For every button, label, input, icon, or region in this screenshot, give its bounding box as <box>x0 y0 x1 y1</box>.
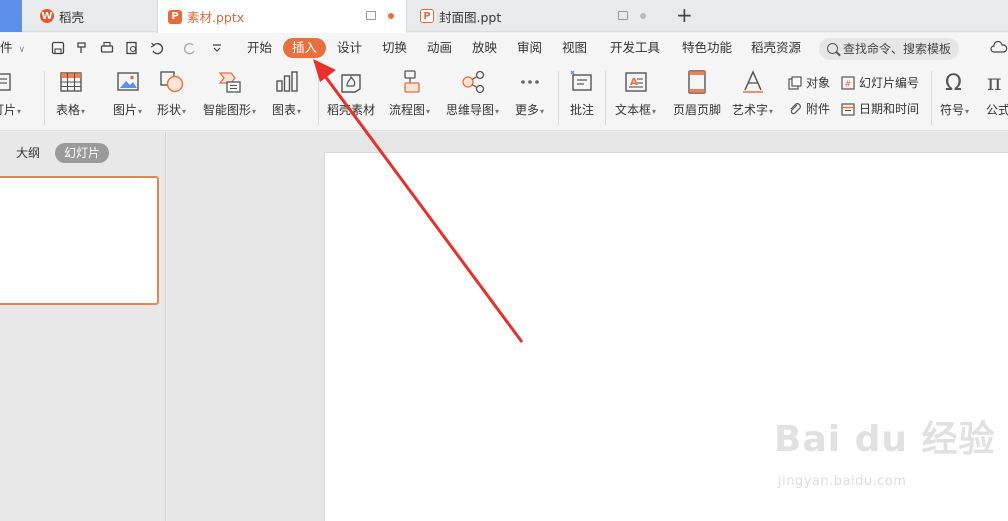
cloud-icon[interactable] <box>990 41 1008 55</box>
calendar-icon <box>841 102 855 116</box>
table-icon <box>59 72 82 92</box>
comment-button[interactable]: 批注 <box>569 69 595 118</box>
image-button[interactable]: 图片▾ <box>113 69 142 118</box>
image-icon <box>116 72 139 91</box>
flowchart-icon <box>403 70 420 93</box>
menu-features[interactable]: 特色功能 <box>682 33 732 65</box>
ribbon-divider <box>558 71 559 125</box>
mindmap-button[interactable]: 思维导图▾ <box>446 69 499 118</box>
tab-label: 封面图.ppt <box>439 9 502 25</box>
search-icon <box>827 43 838 54</box>
file-menu[interactable]: 件 ∨ <box>0 33 25 65</box>
new-tab-button[interactable]: + <box>676 3 693 27</box>
redo-icon[interactable] <box>183 41 197 55</box>
insert-ribbon: 灯片▾ 表格▾ 图片▾ 形状▾ 智能图形▾ 图表▾ 稻壳素材 流程图▾ 思维导图… <box>0 65 1008 131</box>
header-footer-icon <box>688 70 706 94</box>
menu-view[interactable]: 视图 <box>562 33 587 65</box>
svg-text:Ω: Ω <box>945 71 962 95</box>
slide-thumbnail[interactable] <box>0 176 159 305</box>
ppt-file-icon: P <box>420 9 434 23</box>
chevron-down-icon: ∨ <box>18 45 26 55</box>
baidu-jingyan-watermark: Bai du 经验 jingyan.baidu.com <box>774 410 1004 505</box>
textbox-icon: A <box>624 72 647 92</box>
object-icon <box>788 75 802 90</box>
docer-material-icon <box>341 74 361 93</box>
omega-icon: Ω <box>945 71 962 95</box>
window-icon[interactable] <box>366 11 376 20</box>
tab-label: 素材.pptx <box>187 10 245 25</box>
menu-developer[interactable]: 开发工具 <box>610 33 660 65</box>
formula-button[interactable]: π 公式 <box>985 69 1008 118</box>
attachment-button[interactable]: 附件 <box>788 100 830 117</box>
home-tab-edge[interactable] <box>0 0 22 32</box>
wps-logo-icon: W <box>40 9 54 23</box>
title-tab-bar: W 稻壳 P 素材.pptx P 封面图.ppt + <box>0 0 1008 33</box>
shape-button[interactable]: 形状▾ <box>157 69 186 118</box>
date-time-button[interactable]: 日期和时间 <box>841 100 919 117</box>
tab-outline[interactable]: 大纲 <box>16 143 40 163</box>
status-dot-icon <box>640 13 646 19</box>
customize-toolbar-icon[interactable] <box>210 41 224 55</box>
flowchart-button[interactable]: 流程图▾ <box>389 69 430 118</box>
watermark-brand: Bai du 经验 <box>774 419 996 460</box>
menu-transition[interactable]: 切换 <box>382 33 407 65</box>
menu-docer-resources[interactable]: 稻壳资源 <box>751 33 801 65</box>
symbol-button[interactable]: Ω 符号▾ <box>940 69 969 118</box>
window-icon[interactable] <box>618 11 628 20</box>
tab-docer[interactable]: W 稻壳 <box>30 0 156 32</box>
menu-home[interactable]: 开始 <box>247 33 272 65</box>
new-slide-icon <box>0 73 11 91</box>
slide-navigation-pane: 大纲 幻灯片 <box>0 132 166 521</box>
ribbon-divider <box>44 71 45 125</box>
wordart-button[interactable]: 艺术字▾ <box>732 69 773 118</box>
tab-fengmiantu-ppt[interactable]: P 封面图.ppt <box>410 0 666 32</box>
svg-text:π: π <box>987 71 1001 95</box>
print-preview-icon[interactable] <box>125 41 139 55</box>
slide-number-button[interactable]: # 幻灯片编号 <box>841 74 919 91</box>
chart-icon <box>275 71 298 92</box>
ribbon-divider <box>318 71 319 125</box>
undo-icon[interactable] <box>150 41 164 55</box>
menu-bar: 件 ∨ 开始 插入 设计 切换 动画 放映 审阅 视图 开发工具 特色功能 稻壳资… <box>0 33 1008 65</box>
tab-label: 稻壳 <box>59 9 85 25</box>
new-slide-button[interactable]: 灯片▾ <box>0 69 21 118</box>
tab-sucai-pptx[interactable]: P 素材.pptx <box>157 0 407 33</box>
format-painter-icon[interactable] <box>75 41 89 55</box>
wordart-icon <box>742 70 763 93</box>
command-search-input[interactable]: 查找命令、搜索模板 <box>819 38 959 60</box>
ppt-file-icon: P <box>168 9 182 24</box>
comment-icon <box>570 70 592 91</box>
smartart-icon <box>218 72 241 93</box>
docer-material-button[interactable]: 稻壳素材 <box>327 69 375 118</box>
ribbon-divider <box>931 71 932 125</box>
menu-animation[interactable]: 动画 <box>427 33 452 65</box>
ribbon-divider <box>605 71 606 125</box>
more-button[interactable]: 更多▾ <box>515 69 544 118</box>
mindmap-icon <box>461 70 484 94</box>
textbox-button[interactable]: A 文本框▾ <box>615 69 656 118</box>
shape-icon <box>159 71 183 93</box>
object-button[interactable]: 对象 <box>788 74 830 91</box>
menu-review[interactable]: 审阅 <box>517 33 542 65</box>
menu-insert[interactable]: 插入 <box>283 38 327 58</box>
paperclip-icon <box>790 102 801 114</box>
save-icon[interactable] <box>51 41 65 55</box>
menu-design[interactable]: 设计 <box>337 33 362 65</box>
watermark-url: jingyan.baidu.com <box>778 474 907 489</box>
svg-text:A: A <box>630 77 638 88</box>
print-icon[interactable] <box>100 41 114 55</box>
menu-slideshow[interactable]: 放映 <box>472 33 497 65</box>
table-button[interactable]: 表格▾ <box>56 69 85 118</box>
header-footer-button[interactable]: 页眉页脚 <box>673 69 721 118</box>
unsaved-dot-icon <box>388 13 394 19</box>
tab-slides[interactable]: 幻灯片 <box>55 143 110 163</box>
svg-text:#: # <box>845 79 852 88</box>
pi-icon: π <box>987 71 1001 95</box>
smartart-button[interactable]: 智能图形▾ <box>203 69 256 118</box>
slide-number-icon: # <box>841 75 855 90</box>
chart-button[interactable]: 图表▾ <box>272 69 301 118</box>
more-dots-icon <box>520 80 539 84</box>
